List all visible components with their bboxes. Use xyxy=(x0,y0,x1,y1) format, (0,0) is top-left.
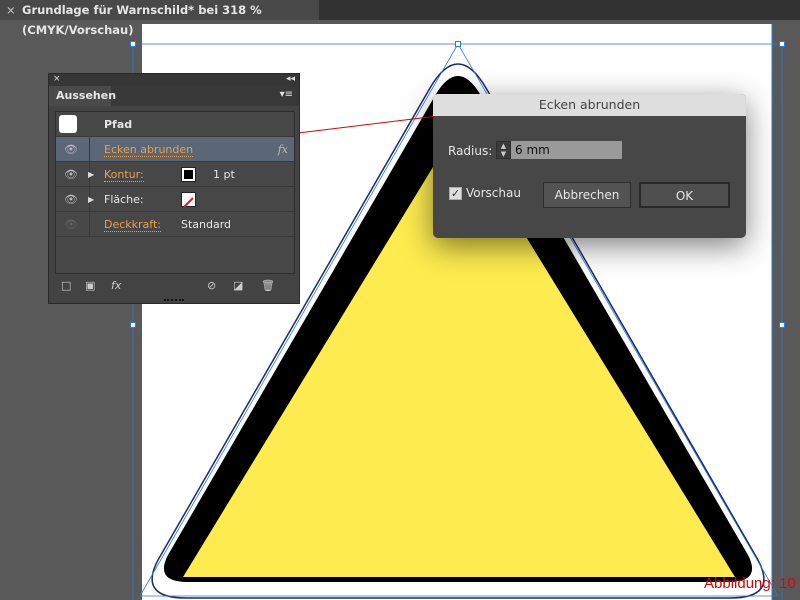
handle[interactable] xyxy=(130,322,136,328)
fill-label: Fläche: xyxy=(104,193,144,206)
round-corners-dialog: Ecken abrunden Radius: ▲ ▼ 6 mm ✓ Vorscha… xyxy=(433,94,746,238)
list-item-path[interactable]: Pfad xyxy=(56,112,294,137)
expand-triangle-icon[interactable]: ▶ xyxy=(88,162,94,187)
expand-triangle-icon[interactable]: ▶ xyxy=(88,187,94,212)
panel-menu-icon[interactable]: ▾≡ xyxy=(280,89,293,100)
figure-caption: Abbildung: 10 xyxy=(704,575,796,592)
resize-grip[interactable] xyxy=(164,299,184,303)
fx-icon: fx xyxy=(277,143,288,156)
fx-menu-icon[interactable]: fx xyxy=(111,279,121,292)
stroke-swatch[interactable] xyxy=(181,167,196,182)
path-thumbnail xyxy=(59,115,77,133)
trash-icon[interactable]: 🗑 xyxy=(261,279,275,292)
add-stroke-icon[interactable]: □ xyxy=(61,279,71,292)
list-item-ecken-abrunden[interactable]: 👁 Ecken abrunden fx xyxy=(56,137,294,162)
dialog-title: Ecken abrunden xyxy=(433,94,746,116)
eye-icon[interactable]: 👁 xyxy=(64,212,78,237)
tab-aussehen[interactable]: Aussehen xyxy=(49,86,116,106)
collapse-panel-icon[interactable]: ◂◂ xyxy=(286,74,295,84)
fill-swatch-none[interactable] xyxy=(181,192,196,208)
close-tab-icon[interactable]: × xyxy=(6,0,16,20)
list-item-kontur[interactable]: 👁 ▶ Kontur: 1 pt xyxy=(56,162,294,187)
list-item-flaeche[interactable]: 👁 ▶ Fläche: xyxy=(56,187,294,212)
add-fill-icon[interactable]: ▣ xyxy=(85,279,95,292)
handle[interactable] xyxy=(455,41,461,47)
opacity-value: Standard xyxy=(181,218,232,231)
preview-label[interactable]: Vorschau xyxy=(466,186,521,200)
document-tab-bar: × Grundlage für Warnschild* bei 318 % (C… xyxy=(0,0,800,37)
radius-input[interactable]: 6 mm xyxy=(511,141,622,159)
preview-checkbox[interactable]: ✓ xyxy=(449,187,462,200)
stroke-link[interactable]: Kontur: xyxy=(104,168,144,182)
eye-icon[interactable]: 👁 xyxy=(64,187,78,212)
clear-appearance-icon[interactable]: ⊘ xyxy=(207,279,216,292)
eye-icon[interactable]: 👁 xyxy=(64,137,78,162)
handle[interactable] xyxy=(779,41,785,47)
row-label: Pfad xyxy=(104,118,133,131)
ok-button[interactable]: OK xyxy=(639,182,730,208)
duplicate-item-icon[interactable]: ◪ xyxy=(233,279,243,292)
handle[interactable] xyxy=(130,41,136,47)
cancel-button[interactable]: Abbrechen xyxy=(543,182,631,208)
document-tab[interactable]: × Grundlage für Warnschild* bei 318 % (C… xyxy=(0,0,319,37)
handle[interactable] xyxy=(779,322,785,328)
opacity-link[interactable]: Deckkraft: xyxy=(104,218,161,232)
radius-label: Radius: xyxy=(448,144,493,158)
appearance-panel: × ◂◂ Aussehen ▾≡ Pfad 👁 Ecken abrunden f… xyxy=(48,73,300,304)
appearance-list: Pfad 👁 Ecken abrunden fx 👁 ▶ Kontur: 1 p… xyxy=(55,111,295,274)
effect-link[interactable]: Ecken abrunden xyxy=(104,143,194,157)
radius-stepper[interactable]: ▲ ▼ xyxy=(496,141,511,159)
close-panel-icon[interactable]: × xyxy=(53,74,61,84)
stroke-weight[interactable]: 1 pt xyxy=(213,162,235,187)
list-item-deckkraft[interactable]: 👁 Deckkraft: Standard xyxy=(56,212,294,237)
eye-icon[interactable]: 👁 xyxy=(64,162,78,187)
